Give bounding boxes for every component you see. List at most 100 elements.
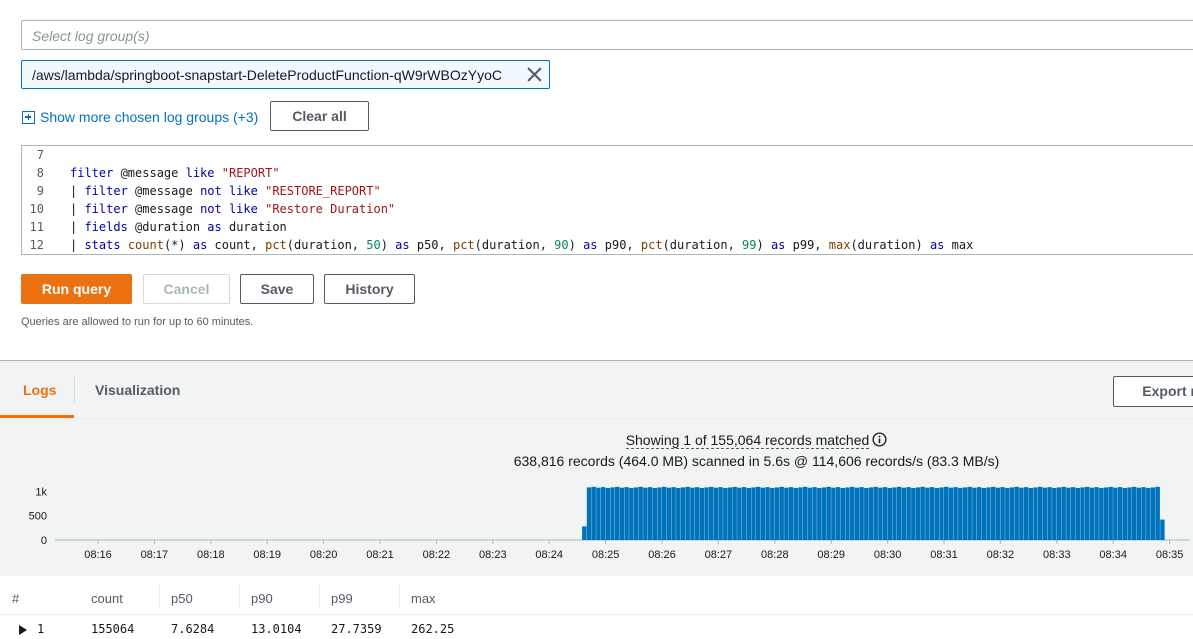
histogram-bar xyxy=(1047,487,1052,540)
histogram-bar xyxy=(713,487,719,540)
histogram-bar xyxy=(850,486,855,540)
line-number: 8 xyxy=(36,166,44,180)
x-tick-label: 08:26 xyxy=(648,549,676,561)
tab-logs[interactable]: Logs xyxy=(23,382,56,398)
cancel-button[interactable]: Cancel xyxy=(143,274,230,304)
histogram-bar xyxy=(1009,487,1015,540)
editor-line[interactable]: 7 xyxy=(22,146,1193,164)
histogram-bar xyxy=(629,487,634,540)
x-tick-label: 08:33 xyxy=(1043,549,1071,561)
code-text: | stats count(*) as count, pct(duration,… xyxy=(70,238,974,252)
histogram-bar xyxy=(1113,487,1118,540)
column-header[interactable]: count xyxy=(91,591,123,606)
histogram-bar xyxy=(1070,487,1076,540)
histogram-bar xyxy=(788,487,794,540)
column-separator xyxy=(159,584,160,608)
close-icon[interactable] xyxy=(526,66,543,83)
histogram-bar xyxy=(1103,487,1109,540)
histogram-bar xyxy=(643,487,648,540)
histogram-bar xyxy=(929,487,935,540)
histogram-bar xyxy=(647,487,653,540)
tab-visualization[interactable]: Visualization xyxy=(95,382,180,398)
histogram-bar xyxy=(652,487,657,540)
histogram-bar xyxy=(746,487,751,540)
histogram-bar xyxy=(840,487,845,540)
histogram-bar xyxy=(873,486,878,540)
histogram-bar xyxy=(831,487,836,540)
column-header[interactable]: # xyxy=(12,591,19,606)
histogram-bar xyxy=(1042,487,1048,540)
results-table-header: # count p50 p90 p99 max xyxy=(0,576,1193,615)
editor-line[interactable]: 10 | filter @message not like "Restore Du… xyxy=(22,200,1193,218)
editor-line[interactable]: 11 | fields @duration as duration xyxy=(22,218,1193,236)
expand-plus-icon xyxy=(22,110,35,124)
histogram-bar xyxy=(723,487,728,540)
code-text: | filter @message not like "Restore Dura… xyxy=(70,202,396,216)
x-tick-label: 08:18 xyxy=(197,549,225,561)
code-text: | filter @message not like "RESTORE_REPO… xyxy=(70,184,381,198)
run-query-button[interactable]: Run query xyxy=(21,274,132,304)
table-cell: 1 xyxy=(37,622,45,636)
query-editor[interactable]: 7 8 filter @message like "REPORT" 9 | filter… xyxy=(21,145,1193,255)
histogram-bar xyxy=(615,486,620,540)
histogram-bar xyxy=(756,486,761,540)
histogram-bar xyxy=(835,487,841,540)
selected-log-group-label: /aws/lambda/springboot-snapstart-DeleteP… xyxy=(32,67,502,83)
info-icon[interactable] xyxy=(872,432,887,447)
column-header[interactable]: p99 xyxy=(331,591,353,606)
histogram-bar xyxy=(1028,487,1033,540)
histogram-bar xyxy=(1108,486,1113,540)
histogram-bar xyxy=(915,487,921,540)
x-tick-label: 08:28 xyxy=(761,549,789,561)
line-number: 7 xyxy=(36,148,44,162)
histogram-bar xyxy=(1080,487,1085,540)
histogram-bar xyxy=(1132,486,1137,540)
x-tick-label: 08:31 xyxy=(930,549,958,561)
show-more-log-groups-link[interactable]: Show more chosen log groups (+3) xyxy=(22,108,258,126)
histogram-bar xyxy=(704,487,709,540)
editor-line[interactable]: 9 | filter @message not like "RESTORE_REP… xyxy=(22,182,1193,200)
histogram-bar xyxy=(1127,487,1132,540)
column-header[interactable]: p90 xyxy=(251,591,273,606)
column-header[interactable]: p50 xyxy=(171,591,193,606)
history-button[interactable]: History xyxy=(324,274,415,304)
histogram-bar xyxy=(962,487,968,540)
expand-row-icon[interactable] xyxy=(19,625,27,635)
log-histogram-chart: 1k 500 0 08:16 08:17 08:18 08:19 08:20 08:21 08:2… xyxy=(29,486,1190,561)
line-number: 11 xyxy=(29,220,44,234)
histogram-bar xyxy=(624,487,629,540)
table-row[interactable]: 1 155064 7.6284 13.0104 27.7359 262.25 xyxy=(0,616,1193,639)
log-group-selector[interactable]: Select log group(s) xyxy=(21,20,1193,50)
histogram-bar xyxy=(864,487,869,540)
x-tick-label: 08:30 xyxy=(874,549,902,561)
histogram-bar xyxy=(892,487,897,540)
histogram-bar xyxy=(901,487,907,540)
save-button[interactable]: Save xyxy=(240,274,314,304)
x-tick-label: 08:24 xyxy=(535,549,563,561)
column-header[interactable]: max xyxy=(411,591,436,606)
histogram-bar xyxy=(939,487,944,540)
log-group-selector-placeholder: Select log group(s) xyxy=(32,28,150,44)
column-separator xyxy=(239,584,240,608)
results-table: # count p50 p90 p99 max 1 155064 7.6284 13.0104 2… xyxy=(0,576,1193,639)
results-tabs: Logs Visualization Export re xyxy=(0,361,1193,419)
clear-all-button[interactable]: Clear all xyxy=(270,101,369,131)
histogram-bar xyxy=(986,487,991,540)
editor-line[interactable]: 12 | stats count(*) as count, pct(duratio… xyxy=(22,236,1193,254)
x-tick-label: 08:22 xyxy=(423,549,451,561)
histogram-bar xyxy=(605,487,610,540)
histogram-bar xyxy=(737,487,742,540)
histogram-bar xyxy=(732,486,737,540)
histogram-bar xyxy=(633,487,639,540)
histogram-bar xyxy=(981,487,986,540)
histogram-bar xyxy=(1019,487,1024,540)
x-tick-label: 08:27 xyxy=(705,549,733,561)
histogram-bar xyxy=(1085,486,1090,540)
line-number: 12 xyxy=(29,238,44,252)
histogram-bar xyxy=(948,487,954,540)
histogram-bar xyxy=(953,487,958,540)
histogram-bar xyxy=(1052,487,1057,540)
x-tick-label: 08:23 xyxy=(479,549,507,561)
export-results-button[interactable]: Export re xyxy=(1113,376,1193,407)
editor-line[interactable]: 8 filter @message like "REPORT" xyxy=(22,164,1193,182)
